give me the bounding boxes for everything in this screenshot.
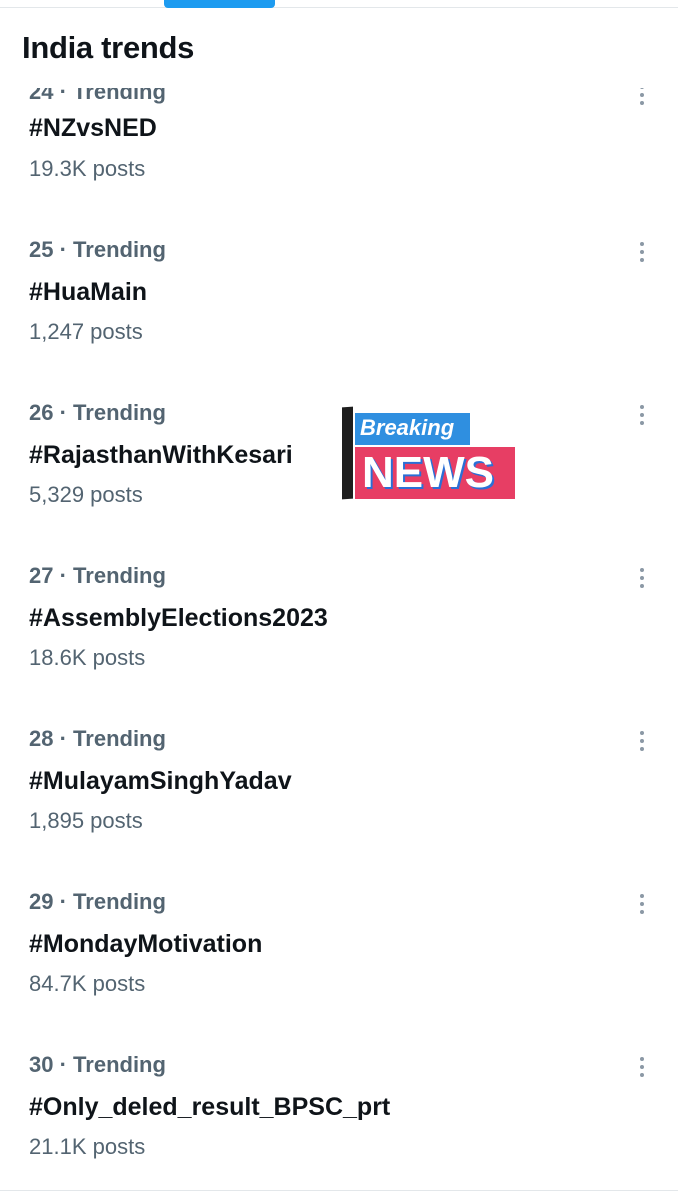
trend-post-count: 5,329 posts (29, 482, 143, 507)
trend-meta: 30 · Trending (29, 1052, 166, 1077)
more-vertical-icon (640, 568, 644, 572)
more-vertical-icon (640, 731, 644, 735)
trend-meta: 28 · Trending (29, 726, 166, 751)
more-vertical-icon (640, 405, 644, 409)
trend-hashtag[interactable]: #Only_deled_result_BPSC_prt (29, 1093, 390, 1122)
trend-item-26[interactable]: 26 · Trending #RajasthanWithKesari 5,329… (0, 400, 678, 563)
trend-meta: 25 · Trending (29, 237, 166, 262)
trend-rank: 30 (29, 1052, 54, 1077)
trend-hashtag[interactable]: #RajasthanWithKesari (29, 441, 293, 470)
more-options-button[interactable] (626, 1052, 658, 1082)
trend-post-count: 19.3K posts (29, 156, 146, 181)
trend-label: Trending (73, 237, 166, 262)
trend-label: Trending (73, 400, 166, 425)
active-tab-indicator (164, 0, 275, 8)
trend-label: Trending (73, 889, 166, 914)
more-options-button[interactable] (626, 726, 658, 756)
sticker-bottom-text: NEWS (362, 448, 494, 497)
trend-hashtag[interactable]: #NZvsNED (29, 114, 157, 143)
trend-item-28[interactable]: 28 · Trending #MulayamSinghYadav 1,895 p… (0, 726, 678, 889)
trend-meta: 27 · Trending (29, 563, 166, 588)
trends-list: 24 · Trending #NZvsNED 19.3K posts 25 · … (0, 74, 678, 1190)
trend-hashtag[interactable]: #MondayMotivation (29, 930, 262, 959)
trend-item-30[interactable]: 30 · Trending #Only_deled_result_BPSC_pr… (0, 1052, 678, 1190)
trend-rank: 29 (29, 889, 54, 914)
trend-label: Trending (73, 726, 166, 751)
trend-rank: 25 (29, 237, 54, 262)
trend-hashtag[interactable]: #HuaMain (29, 278, 147, 307)
sticker-top-text: Breaking (360, 415, 455, 440)
trend-hashtag[interactable]: #MulayamSinghYadav (29, 767, 292, 796)
more-options-button[interactable] (626, 889, 658, 919)
trend-hashtag[interactable]: #AssemblyElections2023 (29, 604, 328, 633)
trend-item-27[interactable]: 27 · Trending #AssemblyElections2023 18.… (0, 563, 678, 726)
trend-item-29[interactable]: 29 · Trending #MondayMotivation 84.7K po… (0, 889, 678, 1052)
more-options-button[interactable] (626, 237, 658, 267)
trend-post-count: 18.6K posts (29, 645, 146, 670)
trend-post-count: 1,895 posts (29, 808, 143, 833)
bottom-divider (0, 1190, 678, 1191)
trend-label: Trending (73, 563, 166, 588)
more-options-button[interactable] (626, 563, 658, 593)
header-mask (0, 74, 678, 88)
trend-meta: 29 · Trending (29, 889, 166, 914)
trend-meta: 26 · Trending (29, 400, 166, 425)
trend-label: Trending (73, 1052, 166, 1077)
trend-post-count: 21.1K posts (29, 1134, 146, 1159)
page-title: India trends (22, 30, 195, 65)
trend-rank: 28 (29, 726, 54, 751)
more-vertical-icon (640, 242, 644, 246)
trend-post-count: 1,247 posts (29, 319, 143, 344)
trend-item-25[interactable]: 25 · Trending #HuaMain 1,247 posts (0, 237, 678, 400)
more-vertical-icon (640, 1057, 644, 1061)
trend-rank: 27 (29, 563, 54, 588)
more-vertical-icon (640, 894, 644, 898)
trend-rank: 26 (29, 400, 54, 425)
more-options-button[interactable] (626, 400, 658, 430)
top-divider (0, 7, 678, 8)
trend-post-count: 84.7K posts (29, 971, 146, 996)
sticker-bar (342, 406, 353, 500)
